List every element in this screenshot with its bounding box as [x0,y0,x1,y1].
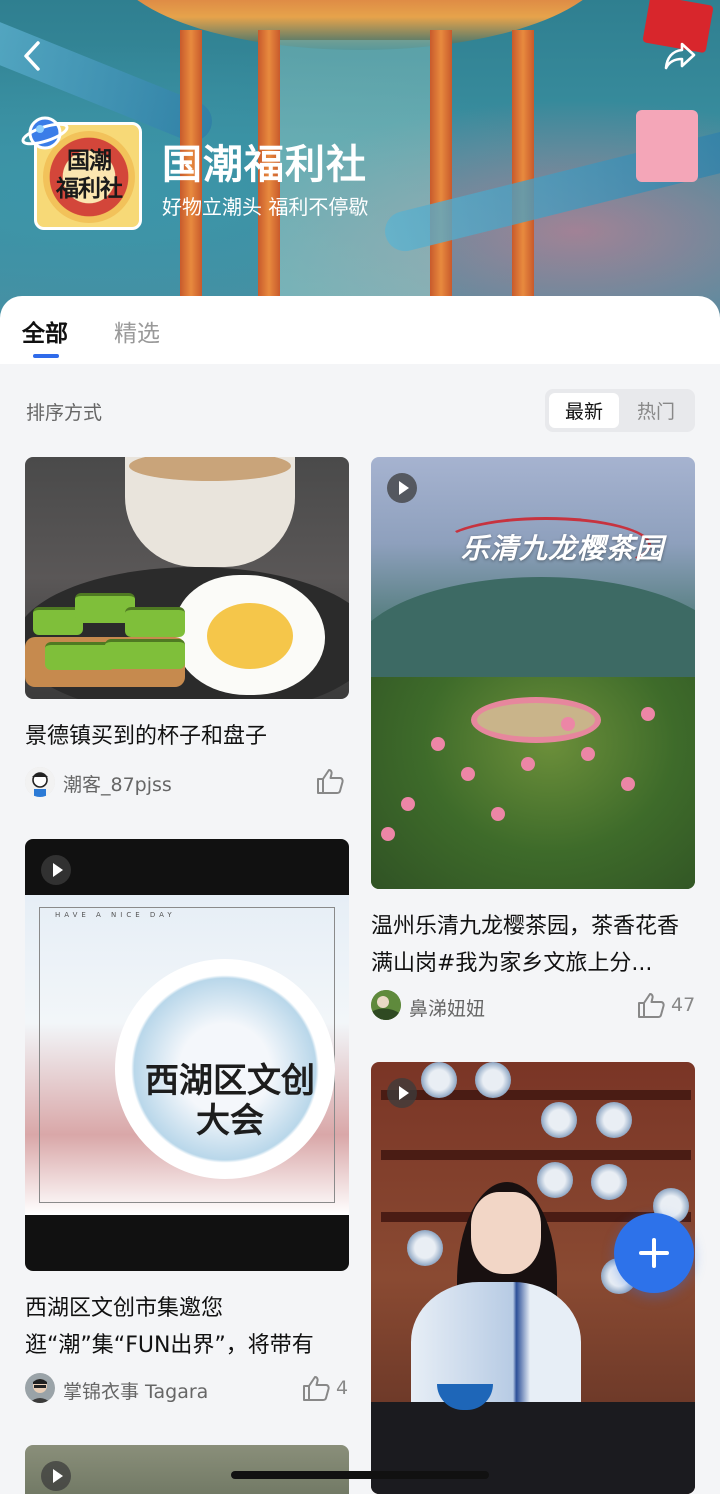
photo-yolk [207,603,293,669]
shopping-bag-decoration [636,110,698,182]
play-icon [41,1461,71,1491]
photo-face [471,1192,541,1274]
avatar[interactable] [371,990,401,1020]
play-icon [387,473,417,503]
poster-small-caption: HAVE A NICE DAY [55,911,176,919]
photo-blossom [461,767,475,781]
image-caption: 西湖区文创大会 [145,1061,315,1141]
user-avatar-icon [25,767,55,797]
tab-all[interactable]: 全部 [22,314,68,348]
photo-blossom [381,827,395,841]
share-arrow-icon [664,42,696,70]
thumbs-up-icon[interactable] [315,767,345,795]
photo-blossom [401,797,415,811]
like-count: 47 [671,994,696,1016]
gate-pillar [512,30,534,300]
plus-icon [652,1238,656,1268]
tab-bar: 全部 精选 [0,296,720,364]
thumbs-up-icon[interactable] [301,1374,331,1402]
play-icon [387,1078,417,1108]
photo-avocado [105,639,185,669]
photo-display-plate [541,1102,577,1138]
photo-display-plate [596,1102,632,1138]
avatar[interactable] [25,767,55,797]
photo-blossom [491,807,505,821]
author-name[interactable]: 鼻涕妞妞 [409,994,485,1021]
sort-toggle: 最新 热门 [545,389,695,432]
post-title[interactable]: 西湖区文创市集邀您逛“潮”集“FUN出界”，将带有又“潮... [25,1290,350,1364]
gate-pillar [430,30,452,300]
club-slogan: 好物立潮头 福利不停歇 [162,195,369,219]
photo-blossom [641,707,655,721]
photo-shelf [381,1150,691,1160]
sort-latest-option[interactable]: 最新 [549,393,619,428]
home-indicator [231,1471,489,1479]
image-caption: 乐清九龙樱茶园 [461,532,665,565]
photo-blossom [621,777,635,791]
user-avatar-icon [25,1373,55,1403]
photo-blossom [521,757,535,771]
share-button[interactable] [662,38,698,74]
active-tab-indicator [33,354,59,358]
photo-display-plate [421,1062,457,1098]
tab-featured[interactable]: 精选 [114,314,160,348]
post-image[interactable]: 乐清九龙樱茶园 [371,457,695,889]
photo-display-plate [475,1062,511,1098]
author-name[interactable]: 掌锦衣事 Tagara [63,1377,208,1404]
photo-garden-ring [471,697,601,743]
photo-display-plate [407,1230,443,1266]
planet-badge-icon [21,116,69,150]
author-name[interactable]: 潮客_87pjss [63,770,172,797]
club-name: 国潮福利社 [162,142,367,188]
photo-tea-table [371,1402,695,1494]
chevron-left-icon [24,41,40,71]
user-avatar-icon [371,990,401,1020]
post-image[interactable] [25,457,349,699]
post-title[interactable]: 景德镇买到的杯子和盘子 [25,718,350,755]
photo-blossom [561,717,575,731]
logo-text: 国潮 福利社 [56,147,123,202]
play-icon [41,855,71,885]
post-title[interactable]: 温州乐清九龙樱茶园，茶香花香满山岗#我为家乡文旅上分... [371,908,696,982]
sort-label: 排序方式 [26,402,103,424]
photo-avocado [125,607,185,637]
photo-display-plate [591,1164,627,1200]
sort-hot-option[interactable]: 热门 [621,393,691,428]
avatar[interactable] [25,1373,55,1403]
create-post-button[interactable] [614,1213,694,1293]
post-image[interactable]: HAVE A NICE DAY 西湖区文创大会 [25,839,349,1271]
photo-display-plate [537,1162,573,1198]
photo-blossom [581,747,595,761]
back-button[interactable] [12,36,52,76]
photo-blossom [431,737,445,751]
thumbs-up-icon[interactable] [636,991,666,1019]
like-count: 4 [336,1377,349,1399]
post-image[interactable] [25,1445,349,1494]
